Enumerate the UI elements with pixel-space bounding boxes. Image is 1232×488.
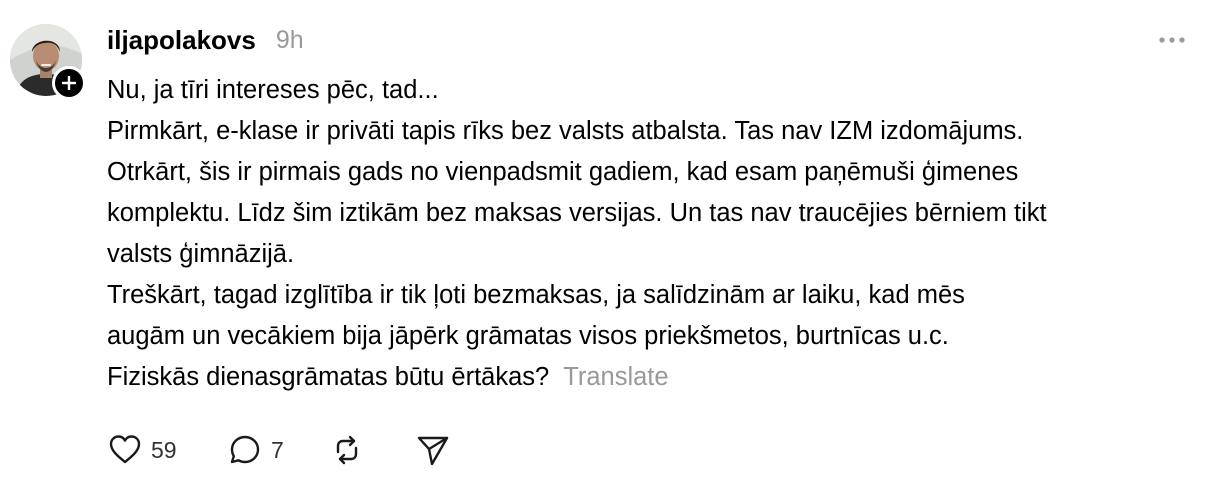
post-line: Nu, ja tīri intereses pēc, tad... bbox=[107, 76, 439, 104]
like-count: 59 bbox=[151, 436, 177, 463]
post-line: valsts ģimnāzijā. bbox=[107, 240, 295, 268]
post-header: iljapolakovs 9h bbox=[107, 22, 304, 58]
ellipsis-icon bbox=[1159, 37, 1185, 43]
like-button[interactable]: 59 bbox=[107, 432, 187, 468]
reply-count: 7 bbox=[271, 436, 284, 463]
timestamp: 9h bbox=[275, 25, 304, 54]
heart-icon bbox=[109, 435, 141, 464]
comment-icon bbox=[230, 435, 260, 464]
follow-button[interactable] bbox=[52, 66, 86, 100]
send-icon bbox=[417, 436, 449, 466]
post-line: Otrkārt, šis ir pirmais gads no vienpads… bbox=[107, 158, 1019, 186]
plus-icon bbox=[62, 76, 76, 90]
post-line-last: Fiziskās dienasgrāmatas būtu ērtākas? Tra… bbox=[107, 357, 1217, 398]
post-text: Nu, ja tīri intereses pēc, tad... Pirmkā… bbox=[107, 70, 1217, 398]
username[interactable]: iljapolakovs bbox=[107, 25, 256, 56]
post-line: augām un vecākiem bija jāpērk grāmatas v… bbox=[107, 322, 949, 350]
post-line-text: Fiziskās dienasgrāmatas būtu ērtākas? bbox=[107, 363, 550, 391]
repost-icon bbox=[336, 435, 358, 465]
post-line: Pirmkārt, e-klase ir privāti tapis rīks … bbox=[107, 117, 1024, 145]
share-button[interactable] bbox=[415, 432, 451, 468]
translate-link[interactable]: Translate bbox=[563, 363, 668, 391]
post-line: Treškārt, tagad izglītība ir tik ļoti be… bbox=[107, 281, 965, 309]
repost-button[interactable] bbox=[329, 432, 365, 468]
thread-post: iljapolakovs 9h Nu, ja tīri intereses pē… bbox=[0, 0, 1232, 488]
action-bar: 59 7 bbox=[107, 430, 451, 470]
more-options-button[interactable] bbox=[1152, 26, 1192, 54]
reply-button[interactable]: 7 bbox=[227, 432, 295, 468]
post-line: komplektu. Līdz šim iztikām bez maksas v… bbox=[107, 199, 1047, 227]
